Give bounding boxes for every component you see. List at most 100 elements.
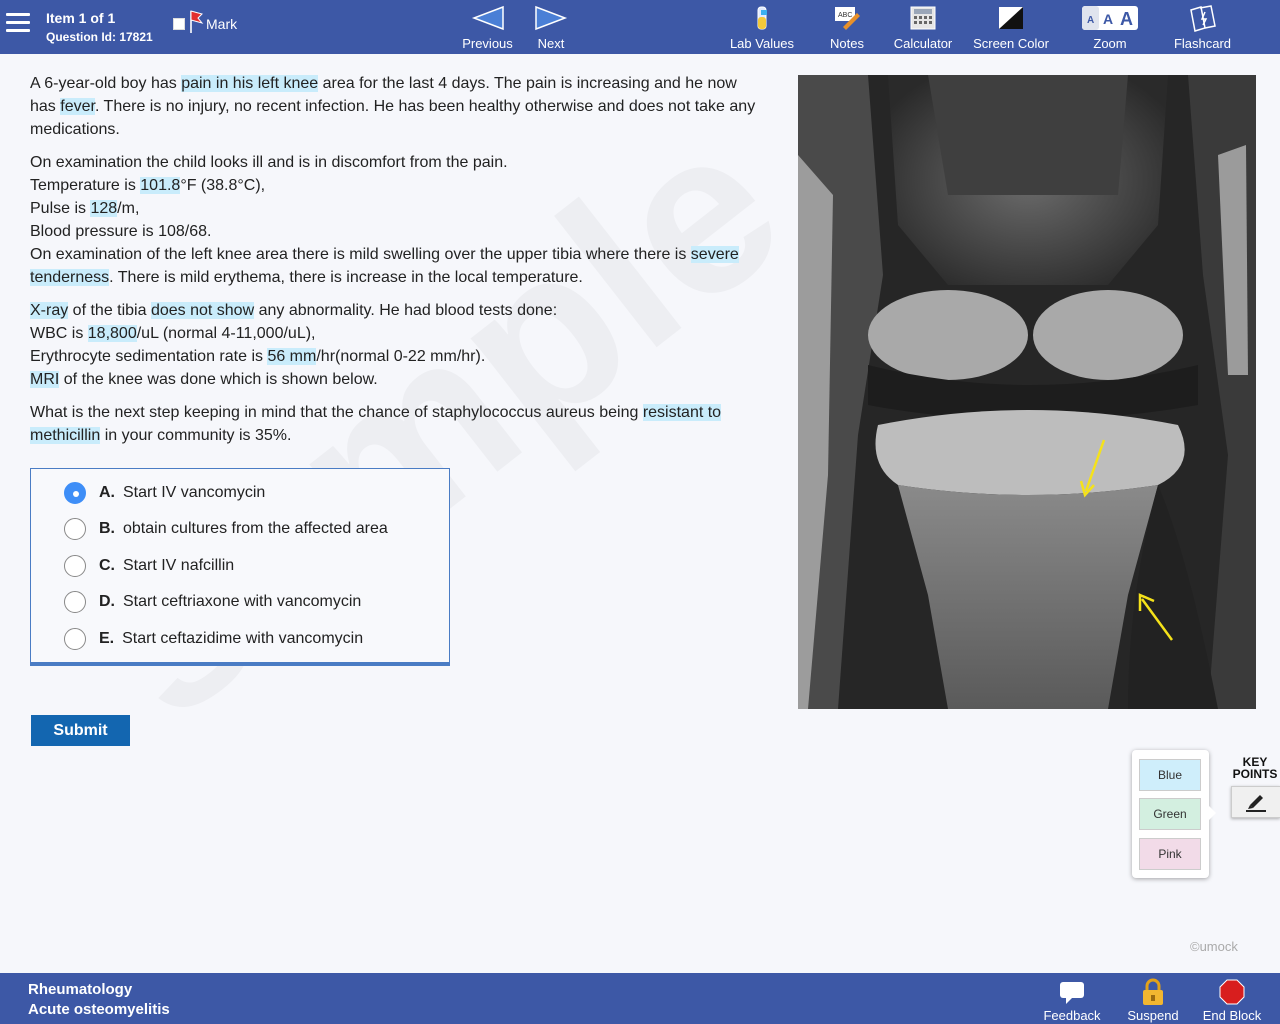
top-toolbar: Item 1 of 1 Question Id: 17821 Mark Prev… xyxy=(0,0,1280,54)
flag-icon xyxy=(190,10,204,33)
answer-option-c[interactable]: C. Start IV nafcillin xyxy=(64,554,234,578)
highlighted-text: tenderness xyxy=(30,269,110,286)
stem-line: Erythrocyte sedimentation rate is 56 mm/… xyxy=(30,345,760,368)
stem-line: X-ray of the tibia does not show any abn… xyxy=(30,299,760,322)
zoom-button[interactable]: AAA Zoom xyxy=(1080,4,1140,51)
answer-text: Start ceftazidime with vancomycin xyxy=(122,630,364,647)
answer-letter: C. xyxy=(99,557,115,574)
mark-label: Mark xyxy=(206,16,238,32)
answer-option-b[interactable]: B. obtain cultures from the affected are… xyxy=(64,517,388,541)
zoom-text-icon: AAA xyxy=(1082,6,1138,30)
highlight-blue-button[interactable]: Blue xyxy=(1139,759,1201,791)
stem-line: On examination the child looks ill and i… xyxy=(30,151,760,174)
answer-radio-c[interactable] xyxy=(64,555,86,577)
svg-text:A: A xyxy=(1087,15,1094,26)
screen-color-button[interactable]: Screen Color xyxy=(970,4,1052,51)
calculator-button[interactable]: Calculator xyxy=(890,4,956,51)
stem-text: in your community is 35%. xyxy=(100,427,292,444)
stem-paragraph-4: What is the next step keeping in mind th… xyxy=(30,401,760,447)
highlighted-text: severe xyxy=(690,246,739,263)
answer-text: Start IV vancomycin xyxy=(123,484,266,501)
answer-radio-d[interactable] xyxy=(64,591,86,613)
stem-text: On examination of the left knee area the… xyxy=(30,246,691,263)
notes-icon: ABC xyxy=(835,7,860,30)
end-block-label: End Block xyxy=(1202,1008,1262,1023)
speech-bubble-icon xyxy=(1060,982,1084,1004)
calculator-icon xyxy=(910,6,936,30)
answer-radio-a[interactable] xyxy=(64,482,86,504)
flashcard-label: Flashcard xyxy=(1173,36,1232,51)
highlighted-text: 101.8 xyxy=(140,177,181,194)
answer-text: Start IV nafcillin xyxy=(123,557,235,574)
stem-paragraph-3: X-ray of the tibia does not show any abn… xyxy=(30,299,760,391)
menu-icon[interactable] xyxy=(6,13,30,33)
svg-text:A: A xyxy=(1120,9,1133,29)
arrow-right-icon xyxy=(535,5,568,31)
zoom-label: Zoom xyxy=(1093,36,1127,51)
key-points-label: KEY POINTS xyxy=(1230,756,1280,780)
svg-text:A: A xyxy=(1103,11,1113,27)
answer-text: Start ceftriaxone with vancomycin xyxy=(123,593,362,610)
answer-radio-b[interactable] xyxy=(64,518,86,540)
arrow-left-icon xyxy=(471,5,504,31)
stem-text: . There is mild erythema, there is incre… xyxy=(109,269,583,286)
mark-toggle[interactable]: Mark xyxy=(173,8,237,34)
answer-choices: A. Start IV vancomycin B. obtain culture… xyxy=(30,468,450,666)
end-block-button[interactable]: End Block xyxy=(1198,978,1266,1023)
submit-button[interactable]: Submit xyxy=(31,715,130,746)
suspend-button[interactable]: Suspend xyxy=(1124,978,1182,1023)
feedback-button[interactable]: Feedback xyxy=(1040,978,1104,1023)
stem-text: Blood pressure is 108/68. xyxy=(30,223,212,240)
flashcard-button[interactable]: Flashcard xyxy=(1170,4,1235,51)
item-counter: Item 1 of 1 xyxy=(46,10,116,26)
highlighted-text: does not show xyxy=(150,302,255,319)
next-button[interactable]: Next xyxy=(530,4,572,51)
highlight-green-button[interactable]: Green xyxy=(1139,798,1201,830)
stem-text: Temperature is xyxy=(30,177,141,194)
highlighter-toggle-button[interactable] xyxy=(1231,786,1280,818)
stem-line: WBC is 18,800/uL (normal 4-11,000/uL), xyxy=(30,322,760,345)
answer-radio-e[interactable] xyxy=(64,628,86,650)
answer-option-a[interactable]: A. Start IV vancomycin xyxy=(64,481,265,505)
stem-text: WBC is xyxy=(30,325,88,342)
bottom-toolbar: Rheumatology Acute osteomyelitis Feedbac… xyxy=(0,973,1280,1024)
copyright: ©umock xyxy=(1190,939,1238,954)
stem-text: of the tibia xyxy=(68,302,151,319)
question-id: Question Id: 17821 xyxy=(46,30,153,44)
stem-text: any abnormality. He had blood tests done… xyxy=(254,302,558,319)
stem-text: /uL (normal 4-11,000/uL), xyxy=(136,325,316,342)
lab-values-button[interactable]: Lab Values xyxy=(726,4,798,51)
highlighted-text: 56 mm xyxy=(267,348,317,365)
previous-button[interactable]: Previous xyxy=(460,4,515,51)
highlight-pink-button[interactable]: Pink xyxy=(1139,838,1201,870)
feedback-label: Feedback xyxy=(1043,1008,1101,1023)
flashcard-icon xyxy=(1189,5,1216,32)
highlighted-text: 18,800 xyxy=(87,325,137,342)
stop-sign-icon xyxy=(1219,979,1245,1005)
previous-label: Previous xyxy=(462,36,513,51)
stem-text: . There is no injury, no recent infectio… xyxy=(30,98,756,138)
stem-text: /m, xyxy=(117,200,140,217)
stem-text: of the knee was done which is shown belo… xyxy=(59,371,378,388)
answer-text: obtain cultures from the affected area xyxy=(123,520,388,537)
stem-text: Erythrocyte sedimentation rate is xyxy=(30,348,268,365)
highlighted-text: 128 xyxy=(90,200,118,217)
next-label: Next xyxy=(537,36,565,51)
notes-button[interactable]: ABC Notes xyxy=(826,4,868,51)
answer-letter: E. xyxy=(99,630,115,647)
stem-text: °F (38.8°C), xyxy=(180,177,266,194)
answer-option-d[interactable]: D. Start ceftriaxone with vancomycin xyxy=(64,590,361,614)
answer-letter: A. xyxy=(99,484,115,501)
question-stem: A 6-year-old boy has pain in his left kn… xyxy=(30,72,760,457)
item-info: Item 1 of 1 Question Id: 17821 xyxy=(46,10,153,44)
category-info: Rheumatology Acute osteomyelitis xyxy=(28,980,170,1020)
mark-checkbox[interactable] xyxy=(173,18,185,30)
answer-option-e[interactable]: E. Start ceftazidime with vancomycin xyxy=(64,627,363,651)
key-points-line2: POINTS xyxy=(1232,767,1278,781)
subject-label: Rheumatology xyxy=(28,981,133,998)
answer-letter: B. xyxy=(99,520,115,537)
stem-line: Pulse is 128/m, xyxy=(30,197,760,220)
stem-text: /hr(normal 0-22 mm/hr). xyxy=(316,348,486,365)
stem-text: On examination the child looks ill and i… xyxy=(30,154,508,171)
stem-line: MRI of the knee was done which is shown … xyxy=(30,368,760,391)
